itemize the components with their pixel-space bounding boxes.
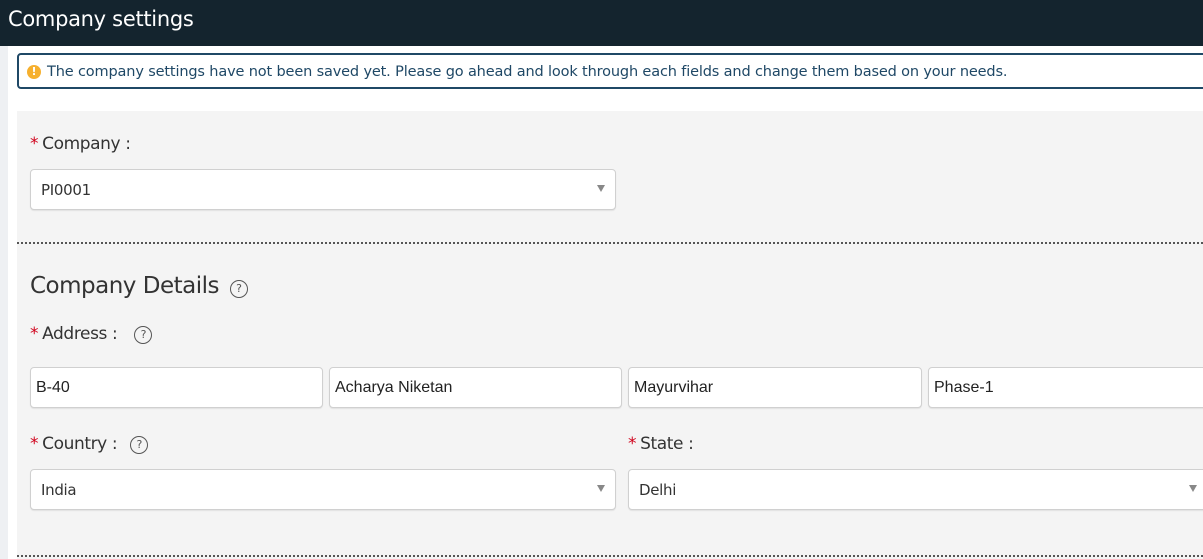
help-icon[interactable]: ? [130,436,149,454]
chevron-down-icon [597,185,605,192]
page-title: Company settings [8,7,194,31]
page-header: Company settings [0,0,1203,46]
country-label: * Country : ? [30,433,149,455]
chevron-down-icon [597,485,605,492]
company-select[interactable]: PI0001 [30,169,616,210]
chevron-down-icon [1189,485,1197,492]
required-mark: * [30,134,39,154]
address-line-1-input[interactable]: B-40 [30,367,323,408]
help-icon[interactable]: ? [134,326,153,344]
required-mark: * [30,434,39,454]
left-gutter [0,46,8,559]
state-label: * State : [628,434,694,454]
state-select[interactable]: Delhi [628,469,1203,510]
section-divider [17,555,1203,557]
warning-icon: ! [27,65,41,79]
address-line-3-input[interactable]: Mayurvihar [628,367,922,408]
section-divider [17,242,1203,244]
company-details-heading: Company Details ? [30,272,248,300]
address-line-2-input[interactable]: Acharya Niketan [329,367,622,408]
company-select-value: PI0001 [41,181,91,199]
help-icon[interactable]: ? [229,280,248,298]
required-mark: * [30,324,39,344]
address-label: * Address : ? [30,323,153,345]
required-mark: * [628,434,637,454]
unsaved-notice: ! The company settings have not been sav… [17,53,1203,89]
address-line-4-input[interactable]: Phase-1 [928,367,1203,408]
company-label: * Company : [30,134,131,154]
country-select-value: India [41,481,77,499]
state-select-value: Delhi [639,481,677,499]
country-select[interactable]: India [30,469,616,510]
notice-text: The company settings have not been saved… [47,64,1008,80]
